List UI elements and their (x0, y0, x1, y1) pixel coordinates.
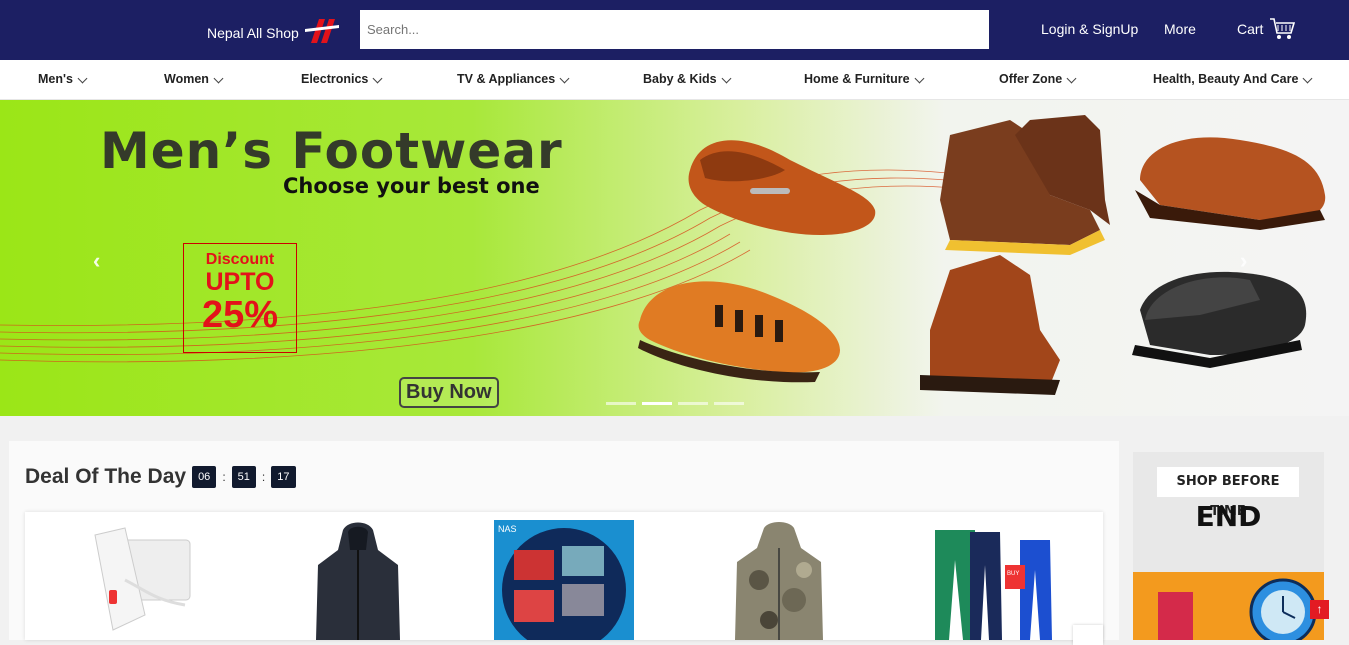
category-label: Offer Zone (999, 72, 1063, 86)
product-boxer-shorts[interactable]: NAS (494, 520, 634, 640)
scroll-to-top-icon[interactable]: ↑ (1310, 600, 1329, 619)
cart-icon (1270, 18, 1296, 39)
brand-name: Nepal All Shop (207, 25, 299, 41)
deal-next-button[interactable] (1073, 625, 1103, 645)
brogue-image (1135, 137, 1326, 230)
carousel-dot-2[interactable] (642, 402, 672, 405)
discount-line3: 25% (201, 294, 279, 336)
category-label: TV & Appliances (457, 72, 556, 86)
timer-hours: 06 (192, 466, 217, 488)
product-black-jacket[interactable] (288, 520, 428, 640)
deal-title: Deal Of The Day (25, 465, 187, 488)
ad-illustration (1133, 572, 1324, 645)
chevron-down-icon (77, 73, 88, 83)
carousel-dot-4[interactable] (714, 402, 744, 405)
timer-minutes: 51 (231, 466, 256, 488)
carousel-dot-3[interactable] (678, 402, 708, 405)
product-power-bank[interactable] (65, 520, 205, 640)
deal-products-carousel: NAS BUY (25, 512, 1103, 645)
chevron-down-icon (372, 73, 383, 83)
sandal-image (638, 281, 840, 383)
ad-top-text: SHOP BEFORE TIME (1157, 467, 1299, 519)
top-header: Nepal All Shop Login & SignUp More Cart (0, 0, 1349, 60)
black-shoes-image (1132, 271, 1307, 368)
chevron-down-icon (559, 73, 570, 83)
boots-image (940, 115, 1110, 255)
deal-of-the-day-section: Deal Of The Day 06 : 51 : 17 NAS BUY (9, 441, 1119, 645)
category-electronics[interactable]: Electronics (301, 72, 383, 86)
category-baby-kids[interactable]: Baby & Kids (643, 72, 732, 86)
brand-logo-link[interactable]: Nepal All Shop (207, 19, 339, 46)
chevron-down-icon (213, 73, 224, 83)
category-mens[interactable]: Men's (38, 72, 88, 86)
discount-badge: Discount UPTO 25% (183, 243, 297, 353)
category-label: Men's (38, 72, 73, 86)
clock-character-icon (1158, 578, 1317, 645)
chevron-down-icon (721, 73, 732, 83)
category-nav: Men's Women Electronics TV & Appliances … (0, 60, 1349, 100)
category-label: Home & Furniture (804, 72, 910, 86)
timer-seconds: 17 (271, 466, 296, 488)
timer-separator: : (261, 470, 266, 484)
side-advertisement[interactable]: SHOP BEFORE TIME END (1133, 452, 1324, 645)
category-health-beauty[interactable]: Health, Beauty And Care (1153, 72, 1313, 86)
product-track-pants[interactable]: BUY (925, 520, 1065, 640)
category-women[interactable]: Women (164, 72, 224, 86)
buy-now-button[interactable]: Buy Now (399, 377, 499, 408)
category-label: Electronics (301, 72, 369, 86)
banner-title: Men’s Footwear (100, 122, 563, 180)
chukka-image (920, 255, 1060, 395)
discount-line2: UPTO (205, 268, 275, 296)
cart-button[interactable]: Cart (1237, 17, 1296, 41)
chevron-down-icon (1302, 73, 1313, 83)
banner-subtitle: Choose your best one (283, 174, 540, 198)
chevron-down-icon (914, 73, 925, 83)
category-label: Baby & Kids (643, 72, 717, 86)
ad-end-text: END (1195, 500, 1262, 533)
category-offer-zone[interactable]: Offer Zone (999, 72, 1077, 86)
svg-text:NAS: NAS (498, 524, 517, 534)
hero-banner[interactable]: Men’s Footwear Choose your best one Disc… (0, 100, 1349, 416)
product-camo-jacket[interactable] (709, 520, 849, 640)
category-home-furniture[interactable]: Home & Furniture (804, 72, 925, 86)
search-input[interactable] (360, 10, 989, 49)
discount-line1: Discount (205, 251, 275, 268)
login-signup-link[interactable]: Login & SignUp (1041, 21, 1138, 37)
deal-header: Deal Of The Day 06 : 51 : 17 (25, 465, 296, 489)
brand-logo-icon (304, 19, 339, 43)
banner-prev-arrow-icon[interactable]: ‹ (93, 248, 100, 274)
category-label: Health, Beauty And Care (1153, 72, 1299, 86)
carousel-dot-1[interactable] (606, 402, 636, 405)
banner-next-arrow-icon[interactable]: › (1240, 248, 1247, 274)
carousel-indicators (606, 402, 744, 405)
category-tv-appliances[interactable]: TV & Appliances (457, 72, 570, 86)
svg-text:BUY: BUY (1007, 571, 1019, 577)
chevron-down-icon (1066, 73, 1077, 83)
loafer-image (688, 140, 876, 235)
more-menu[interactable]: More (1164, 21, 1196, 37)
cart-label: Cart (1237, 21, 1264, 37)
timer-separator: : (222, 470, 226, 484)
category-label: Women (164, 72, 209, 86)
